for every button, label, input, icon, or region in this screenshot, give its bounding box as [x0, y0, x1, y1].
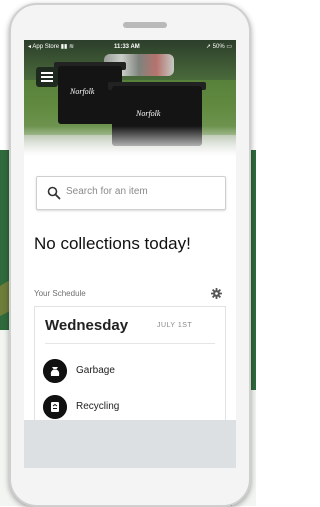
battery-icon: ▭ [226, 44, 232, 50]
search-placeholder: Search for an item [66, 186, 148, 197]
schedule-label: Your Schedule [34, 289, 86, 298]
menu-button[interactable] [36, 67, 58, 87]
app-screen: Norfolk Norfolk ◂ App Store ▮▮ ≋ 11:33 A… [24, 40, 236, 468]
hamburger-icon [41, 72, 53, 74]
bottom-overlay [24, 420, 236, 468]
status-bar: ◂ App Store ▮▮ ≋ 11:33 AM ➚ 50% ▭ [24, 40, 236, 54]
status-battery: ➚ 50% ▭ [205, 44, 232, 50]
status-time: 11:33 AM [114, 44, 140, 50]
schedule-item-recycling[interactable]: Recycling [43, 395, 213, 419]
status-carrier: ◂ App Store ▮▮ ≋ [28, 44, 75, 50]
back-arrow-icon: ◂ [28, 44, 32, 50]
schedule-item-label: Garbage [76, 365, 115, 376]
garbage-bag-icon [43, 359, 67, 383]
wifi-icon: ≋ [69, 44, 75, 50]
bin-logo: Norfolk [136, 109, 161, 118]
schedule-item-label: Recycling [76, 401, 120, 412]
bin-logo: Norfolk [70, 87, 95, 96]
search-icon [47, 186, 61, 200]
gear-icon[interactable] [211, 288, 222, 299]
hero-fade [24, 126, 236, 156]
hero-image: Norfolk Norfolk [24, 40, 236, 156]
schedule-date: JULY 1ST [157, 322, 193, 329]
phone-speaker [123, 22, 167, 28]
schedule-day: Wednesday [45, 317, 129, 334]
schedule-item-garbage[interactable]: Garbage [43, 359, 213, 383]
signal-icon: ▮▮ [60, 44, 68, 50]
recycling-bin-icon [43, 395, 67, 419]
search-input[interactable]: Search for an item [36, 176, 226, 210]
divider [45, 343, 215, 344]
location-icon: ➚ [205, 44, 211, 50]
collection-status-message: No collections today! [34, 234, 191, 253]
